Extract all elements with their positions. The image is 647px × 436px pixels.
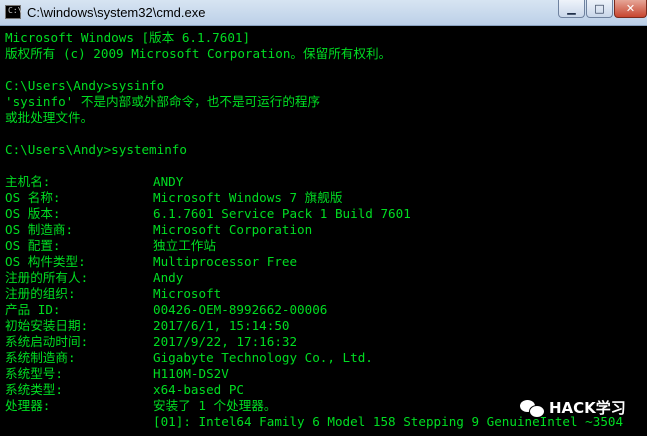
console-line: C:\Users\Andy>systeminfo: [5, 142, 187, 157]
cmd-icon[interactable]: C:\: [5, 5, 22, 19]
close-button[interactable]: ✕: [614, 0, 647, 18]
watermark-text: HACK学习: [549, 399, 626, 417]
info-row: 注册的所有人: Andy: [5, 270, 183, 286]
info-value: Microsoft Corporation: [153, 222, 313, 237]
info-value: Andy: [153, 270, 184, 285]
info-value: 安装了 1 个处理器。: [153, 398, 277, 413]
info-row: OS 名称: Microsoft Windows 7 旗舰版: [5, 190, 342, 206]
window-title: C:\windows\system32\cmd.exe: [27, 5, 206, 20]
info-value: ANDY: [153, 174, 184, 189]
info-row: 产品 ID: 00426-OEM-8992662-00006: [5, 302, 327, 318]
info-row: 系统制造商: Gigabyte Technology Co., Ltd.: [5, 350, 373, 366]
info-label: 注册的组织:: [5, 286, 76, 301]
info-value: 2017/6/1, 15:14:50: [153, 318, 290, 333]
info-label: 系统型号:: [5, 366, 63, 381]
info-row: 主机名: ANDY: [5, 174, 183, 190]
info-label: OS 制造商:: [5, 222, 74, 237]
info-label: 初始安装日期:: [5, 318, 89, 333]
console-line: 版权所有 (c) 2009 Microsoft Corporation。保留所有…: [5, 46, 392, 61]
info-value: 2017/9/22, 17:16:32: [153, 334, 298, 349]
info-label: 处理器:: [5, 398, 51, 413]
minimize-button[interactable]: ▁: [558, 0, 585, 18]
info-row: OS 制造商: Microsoft Corporation: [5, 222, 312, 238]
maximize-button[interactable]: □: [586, 0, 613, 18]
info-value: 6.1.7601 Service Pack 1 Build 7601: [153, 206, 411, 221]
info-label: OS 名称:: [5, 190, 61, 205]
info-label: 产品 ID:: [5, 302, 61, 317]
info-value: H110M-DS2V: [153, 366, 229, 381]
info-label: 注册的所有人:: [5, 270, 89, 285]
info-value: x64-based PC: [153, 382, 244, 397]
info-row: 系统类型: x64-based PC: [5, 382, 244, 398]
info-row: OS 版本: 6.1.7601 Service Pack 1 Build 7601: [5, 206, 411, 222]
info-value: 00426-OEM-8992662-00006: [153, 302, 328, 317]
console-line: Microsoft Windows [版本 6.1.7601]: [5, 30, 251, 45]
info-label: OS 配置:: [5, 238, 61, 253]
wechat-icon: [520, 399, 545, 418]
console-line: 或批处理文件。: [5, 110, 94, 125]
watermark: HACK学习: [520, 397, 626, 418]
info-label: 系统启动时间:: [5, 334, 89, 349]
title-bar[interactable]: C:\ C:\windows\system32\cmd.exe ▁ □ ✕: [0, 0, 647, 26]
info-row: 处理器: 安装了 1 个处理器。: [5, 398, 277, 414]
info-row: OS 配置: 独立工作站: [5, 238, 216, 254]
info-row: 注册的组织: Microsoft: [5, 286, 221, 302]
info-label: 系统制造商:: [5, 350, 76, 365]
console-output[interactable]: Microsoft Windows [版本 6.1.7601] 版权所有 (c)…: [0, 26, 647, 436]
info-label: OS 版本:: [5, 206, 61, 221]
info-value: Microsoft Windows 7 旗舰版: [153, 190, 343, 205]
console-line: C:\Users\Andy>sysinfo: [5, 78, 165, 93]
info-row: 系统型号: H110M-DS2V: [5, 366, 229, 382]
info-value: Gigabyte Technology Co., Ltd.: [153, 350, 373, 365]
info-row: OS 构件类型: Multiprocessor Free: [5, 254, 297, 270]
info-label: 主机名:: [5, 174, 51, 189]
info-value: Microsoft: [153, 286, 222, 301]
info-value: 独立工作站: [153, 238, 216, 253]
console-line: 'sysinfo' 不是内部或外部命令，也不是可运行的程序: [5, 94, 321, 109]
info-label: OS 构件类型:: [5, 254, 86, 269]
info-row: 系统启动时间: 2017/9/22, 17:16:32: [5, 334, 297, 350]
info-label: 系统类型:: [5, 382, 63, 397]
info-row: 初始安装日期: 2017/6/1, 15:14:50: [5, 318, 289, 334]
info-value: Multiprocessor Free: [153, 254, 298, 269]
